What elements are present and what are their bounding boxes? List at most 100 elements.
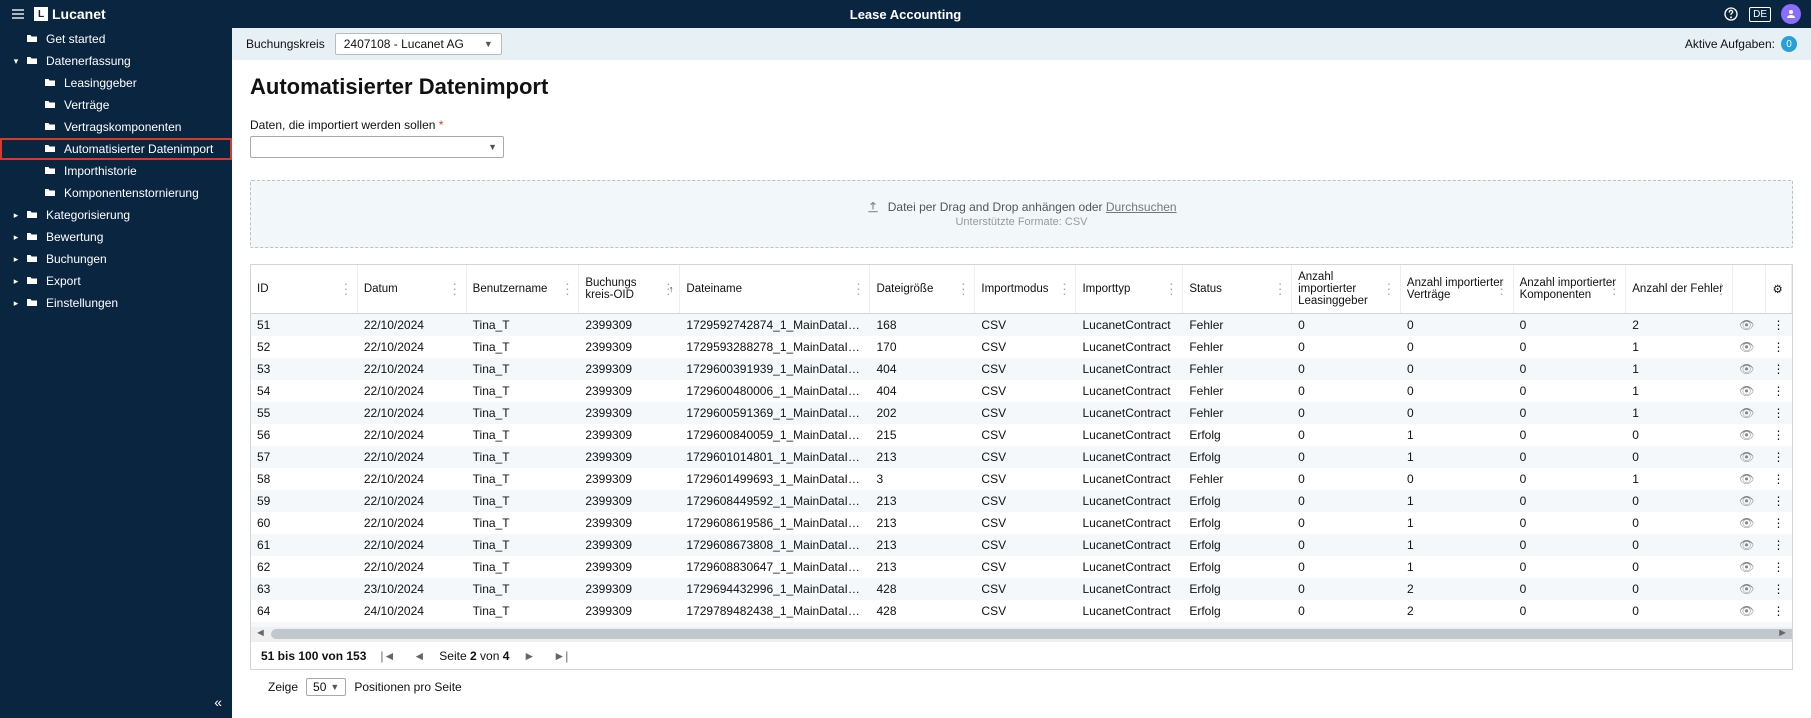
- view-row-icon[interactable]: 👁: [1733, 538, 1766, 552]
- browse-link[interactable]: Durchsuchen: [1106, 200, 1177, 214]
- page-size-select[interactable]: 50 ▼: [306, 678, 346, 696]
- col-errors[interactable]: Anzahl der Fehler⋮: [1626, 265, 1733, 313]
- gear-icon[interactable]: ⚙: [1772, 282, 1782, 296]
- col-menu-icon[interactable]: ⋮: [1714, 281, 1728, 298]
- sidebar-item[interactable]: Leasinggeber: [0, 72, 232, 94]
- col-components[interactable]: Anzahl importierter Komponenten⋮: [1514, 265, 1627, 313]
- row-menu-icon[interactable]: ⋮: [1766, 318, 1792, 332]
- table-row[interactable]: 6424/10/2024Tina_T23993091729789482438_1…: [251, 600, 1792, 622]
- col-importtype[interactable]: Importtyp⋮: [1076, 265, 1183, 313]
- sidebar-item[interactable]: Importhistorie: [0, 160, 232, 182]
- col-menu-icon[interactable]: ⋮: [1382, 281, 1396, 298]
- view-row-icon[interactable]: 👁: [1733, 516, 1766, 530]
- table-row[interactable]: 5322/10/2024Tina_T23993091729600391939_1…: [251, 358, 1792, 380]
- col-filesize[interactable]: Dateigröße⋮: [870, 265, 975, 313]
- view-row-icon[interactable]: 👁: [1733, 582, 1766, 596]
- table-row[interactable]: 5522/10/2024Tina_T23993091729600591369_1…: [251, 402, 1792, 424]
- horizontal-scrollbar[interactable]: ◄ ►: [251, 627, 1792, 641]
- table-row[interactable]: 5922/10/2024Tina_T23993091729608449592_1…: [251, 490, 1792, 512]
- col-date[interactable]: Datum⋮: [358, 265, 467, 313]
- col-menu-icon[interactable]: ⋮: [1273, 281, 1287, 298]
- table-row[interactable]: 6222/10/2024Tina_T23993091729608830647_1…: [251, 556, 1792, 578]
- col-menu-icon[interactable]: ⋮: [1057, 281, 1071, 298]
- row-menu-icon[interactable]: ⋮: [1766, 428, 1792, 442]
- row-menu-icon[interactable]: ⋮: [1766, 406, 1792, 420]
- row-menu-icon[interactable]: ⋮: [1766, 538, 1792, 552]
- col-filename[interactable]: Dateiname⋮: [680, 265, 870, 313]
- col-menu-icon[interactable]: ⋮: [851, 281, 865, 298]
- col-menu-icon[interactable]: ⋮: [1164, 281, 1178, 298]
- sidebar-item[interactable]: ▸Einstellungen: [0, 292, 232, 314]
- row-menu-icon[interactable]: ⋮: [1766, 472, 1792, 486]
- row-menu-icon[interactable]: ⋮: [1766, 582, 1792, 596]
- user-avatar[interactable]: [1781, 4, 1801, 24]
- table-row[interactable]: 6323/10/2024Tina_T23993091729694432996_1…: [251, 578, 1792, 600]
- row-menu-icon[interactable]: ⋮: [1766, 560, 1792, 574]
- col-id[interactable]: ID⋮: [251, 265, 358, 313]
- col-menu-icon[interactable]: ⋮: [1495, 281, 1509, 298]
- table-row[interactable]: 5222/10/2024Tina_T23993091729593288278_1…: [251, 336, 1792, 358]
- scrollbar-thumb[interactable]: [271, 629, 1793, 639]
- col-importmode[interactable]: Importmodus⋮: [975, 265, 1076, 313]
- col-menu-icon[interactable]: ⋮: [956, 281, 970, 298]
- table-row[interactable]: 5822/10/2024Tina_T23993091729601499693_1…: [251, 468, 1792, 490]
- col-settings[interactable]: ⚙: [1766, 265, 1792, 313]
- row-menu-icon[interactable]: ⋮: [1766, 516, 1792, 530]
- col-lessors[interactable]: Anzahl importierter Leasinggeber⋮: [1292, 265, 1401, 313]
- col-menu-icon[interactable]: ⋮: [1607, 281, 1621, 298]
- pager-first[interactable]: |◄: [376, 649, 399, 663]
- row-menu-icon[interactable]: ⋮: [1766, 340, 1792, 354]
- sidebar-item[interactable]: ▾Datenerfassung: [0, 50, 232, 72]
- col-menu-icon[interactable]: ⋮: [661, 281, 675, 298]
- pager-next[interactable]: ►: [519, 649, 539, 663]
- sidebar-item[interactable]: Komponentenstornierung: [0, 182, 232, 204]
- scroll-left-icon[interactable]: ◄: [255, 627, 266, 639]
- import-data-select[interactable]: ▼: [250, 136, 504, 158]
- sidebar-item[interactable]: Automatisierter Datenimport: [0, 138, 232, 160]
- sidebar-item[interactable]: ▸Export: [0, 270, 232, 292]
- sidebar-item[interactable]: Verträge: [0, 94, 232, 116]
- row-menu-icon[interactable]: ⋮: [1766, 450, 1792, 464]
- row-menu-icon[interactable]: ⋮: [1766, 384, 1792, 398]
- table-row[interactable]: 6022/10/2024Tina_T23993091729608619586_1…: [251, 512, 1792, 534]
- file-dropzone[interactable]: Datei per Drag and Drop anhängen oder Du…: [250, 180, 1793, 248]
- view-row-icon[interactable]: 👁: [1733, 384, 1766, 398]
- scroll-right-icon[interactable]: ►: [1777, 627, 1788, 639]
- language-selector[interactable]: DE: [1749, 7, 1771, 22]
- pager-prev[interactable]: ◄: [409, 649, 429, 663]
- table-row[interactable]: 5622/10/2024Tina_T23993091729600840059_1…: [251, 424, 1792, 446]
- sidebar-collapse-icon[interactable]: «: [214, 694, 222, 710]
- table-row[interactable]: 5122/10/2024Tina_T23993091729592742874_1…: [251, 314, 1792, 336]
- sidebar-item[interactable]: ▸Kategorisierung: [0, 204, 232, 226]
- table-row[interactable]: 5422/10/2024Tina_T23993091729600480006_1…: [251, 380, 1792, 402]
- row-menu-icon[interactable]: ⋮: [1766, 604, 1792, 618]
- col-user[interactable]: Benutzername⋮: [467, 265, 580, 313]
- sidebar-item[interactable]: Get started: [0, 28, 232, 50]
- view-row-icon[interactable]: 👁: [1733, 560, 1766, 574]
- col-status[interactable]: Status⋮: [1183, 265, 1292, 313]
- table-row[interactable]: 5722/10/2024Tina_T23993091729601014801_1…: [251, 446, 1792, 468]
- view-row-icon[interactable]: 👁: [1733, 604, 1766, 618]
- col-menu-icon[interactable]: ⋮: [448, 281, 462, 298]
- col-menu-icon[interactable]: ⋮: [339, 281, 353, 298]
- view-row-icon[interactable]: 👁: [1733, 428, 1766, 442]
- view-row-icon[interactable]: 👁: [1733, 450, 1766, 464]
- sidebar-item[interactable]: Vertragskomponenten: [0, 116, 232, 138]
- sidebar-item[interactable]: ▸Buchungen: [0, 248, 232, 270]
- col-bookingcircle[interactable]: Buchungs kreis-OID↑⋮: [579, 265, 680, 313]
- view-row-icon[interactable]: 👁: [1733, 362, 1766, 376]
- col-menu-icon[interactable]: ⋮: [560, 281, 574, 298]
- row-menu-icon[interactable]: ⋮: [1766, 494, 1792, 508]
- view-row-icon[interactable]: 👁: [1733, 340, 1766, 354]
- pager-last[interactable]: ►|: [549, 649, 572, 663]
- row-menu-icon[interactable]: ⋮: [1766, 362, 1792, 376]
- company-code-select[interactable]: 2407108 - Lucanet AG ▼: [335, 33, 502, 55]
- view-row-icon[interactable]: 👁: [1733, 472, 1766, 486]
- col-contracts[interactable]: Anzahl importierter Verträge⋮: [1401, 265, 1514, 313]
- view-row-icon[interactable]: 👁: [1733, 494, 1766, 508]
- help-icon[interactable]: [1723, 6, 1739, 22]
- view-row-icon[interactable]: 👁: [1733, 318, 1766, 332]
- hamburger-icon[interactable]: [10, 6, 26, 22]
- view-row-icon[interactable]: 👁: [1733, 406, 1766, 420]
- table-row[interactable]: 6122/10/2024Tina_T23993091729608673808_1…: [251, 534, 1792, 556]
